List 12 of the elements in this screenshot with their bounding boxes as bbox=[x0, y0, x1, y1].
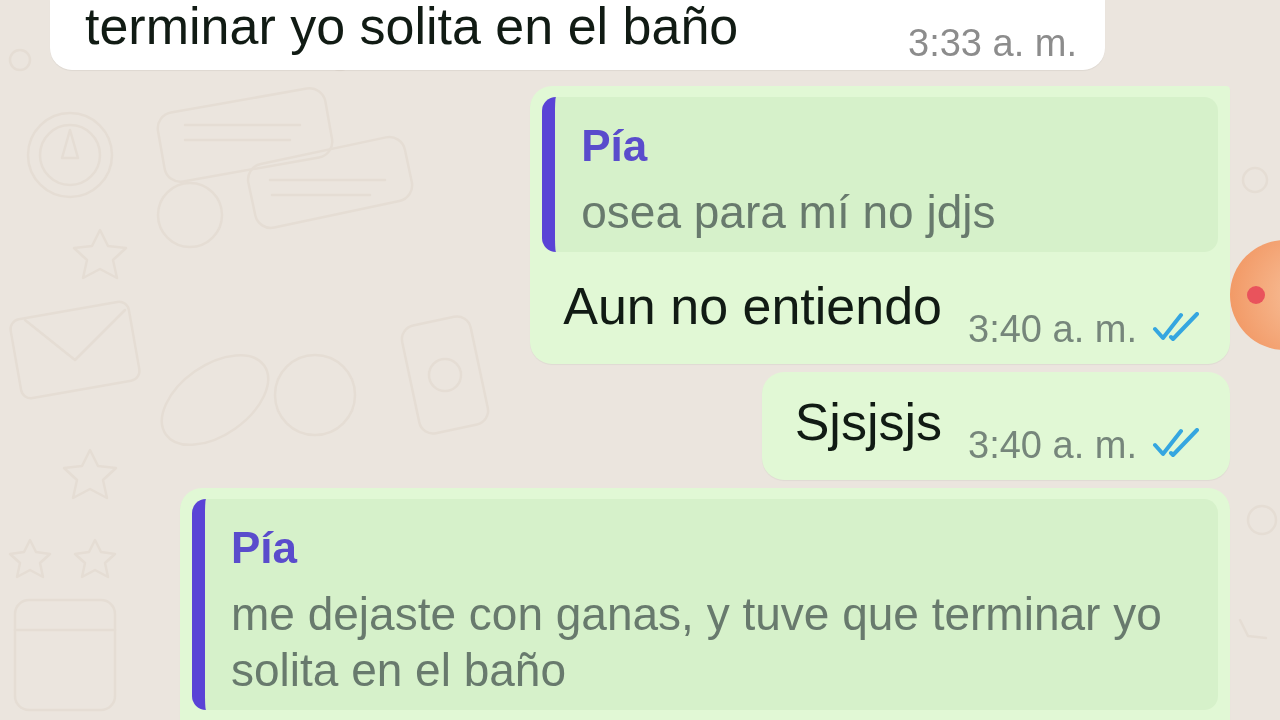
quoted-message[interactable]: Pía osea para mí no jdjs bbox=[542, 97, 1218, 252]
quote-author: Pía bbox=[231, 522, 299, 574]
quote-author: Pía bbox=[581, 120, 649, 172]
quote-text: me dejaste con ganas, y tuve que terminar yo solita en el baño bbox=[231, 587, 1163, 698]
message-time: 3:33 a. m. bbox=[908, 24, 1077, 62]
message-text: Aun no entiendo bbox=[563, 276, 942, 336]
floating-record-icon[interactable] bbox=[1230, 240, 1280, 350]
message-text: Sjsjsjs bbox=[794, 392, 942, 452]
message-time: 3:40 a. m. bbox=[968, 310, 1137, 348]
message-time: 3:40 a. m. bbox=[968, 426, 1137, 464]
quote-text: osea para mí no jdjs bbox=[581, 185, 997, 240]
quoted-message[interactable]: Pía me dejaste con ganas, y tuve que terminar yo solita en el baño bbox=[192, 499, 1218, 710]
